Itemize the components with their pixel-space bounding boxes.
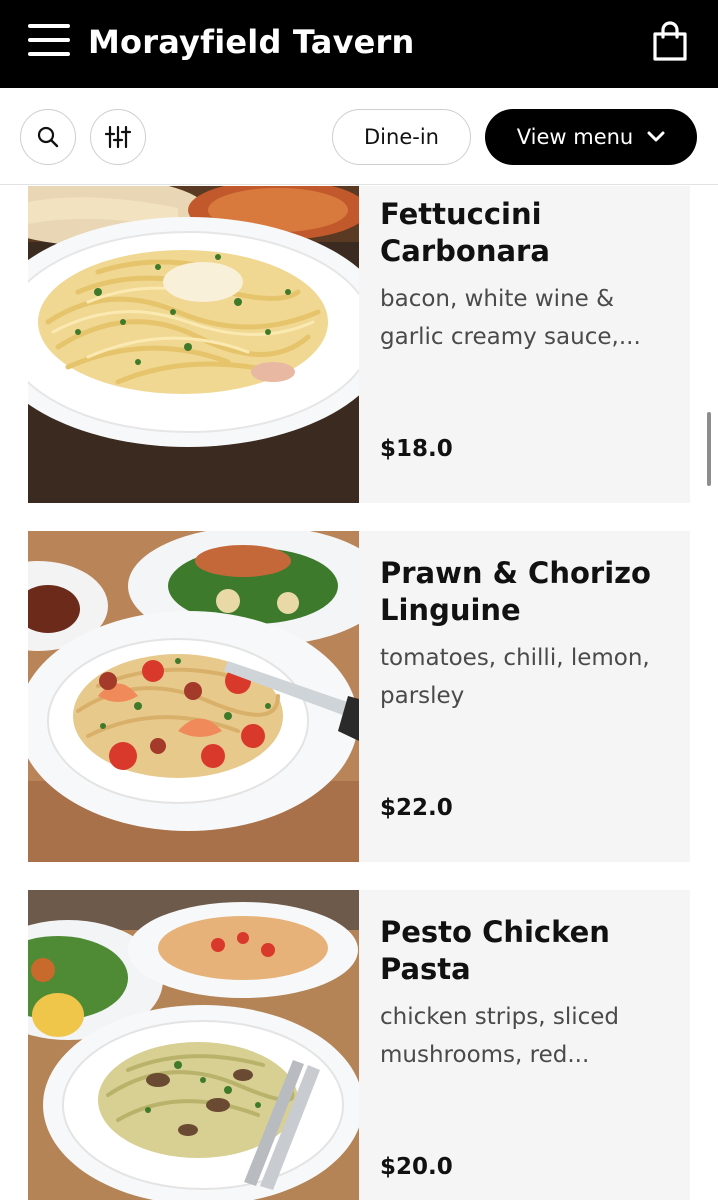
- menu-item-info: Prawn & Chorizo Linguine tomatoes, chill…: [380, 531, 680, 862]
- filter-button[interactable]: [90, 109, 146, 165]
- dine-in-button[interactable]: Dine-in: [332, 109, 471, 165]
- menu-item-price: $18.0: [380, 436, 453, 462]
- search-icon: [37, 126, 59, 148]
- top-app-bar: Morayfield Tavern: [0, 0, 718, 88]
- menu-item-info: Fettuccini Carbonara bacon, white wine &…: [380, 186, 680, 503]
- menu-item-description: bacon, white wine & garlic creamy sauce,…: [380, 286, 641, 350]
- shopping-bag-icon[interactable]: [650, 20, 690, 62]
- chevron-down-icon: [647, 131, 665, 142]
- sliders-filter-icon: [105, 125, 131, 149]
- menu-item-list: Fettuccini Carbonara bacon, white wine &…: [0, 186, 718, 1200]
- menu-item-description: chicken strips, sliced mushrooms, red...: [380, 1004, 620, 1068]
- menu-item-prawn-chorizo-linguine[interactable]: Prawn & Chorizo Linguine tomatoes, chill…: [28, 531, 690, 862]
- menu-item-price: $22.0: [380, 795, 453, 821]
- view-menu-button[interactable]: View menu: [485, 109, 697, 165]
- scrollbar[interactable]: [707, 412, 711, 486]
- menu-item-info: Pesto Chicken Pasta chicken strips, slic…: [380, 890, 680, 1200]
- menu-item-fettuccini-carbonara[interactable]: Fettuccini Carbonara bacon, white wine &…: [28, 186, 690, 503]
- search-button[interactable]: [20, 109, 76, 165]
- restaurant-title: Morayfield Tavern: [88, 23, 415, 61]
- app-screen: Morayfield Tavern Dine-in View menu Fett…: [0, 0, 718, 1200]
- menu-item-price: $20.0: [380, 1154, 453, 1180]
- menu-item-name: Pesto Chicken Pasta: [380, 915, 610, 986]
- menu-item-description: tomatoes, chilli, lemon, parsley: [380, 645, 650, 709]
- dish-photo: [28, 890, 359, 1200]
- dish-photo: [28, 186, 359, 503]
- menu-item-name: Fettuccini Carbonara: [380, 197, 550, 268]
- hamburger-menu-icon[interactable]: [28, 24, 70, 56]
- menu-item-pesto-chicken-pasta[interactable]: Pesto Chicken Pasta chicken strips, slic…: [28, 890, 690, 1200]
- menu-item-name: Prawn & Chorizo Linguine: [380, 556, 651, 627]
- view-menu-label: View menu: [516, 125, 634, 149]
- dish-photo: [28, 531, 359, 862]
- menu-toolbar: Dine-in View menu: [0, 88, 718, 185]
